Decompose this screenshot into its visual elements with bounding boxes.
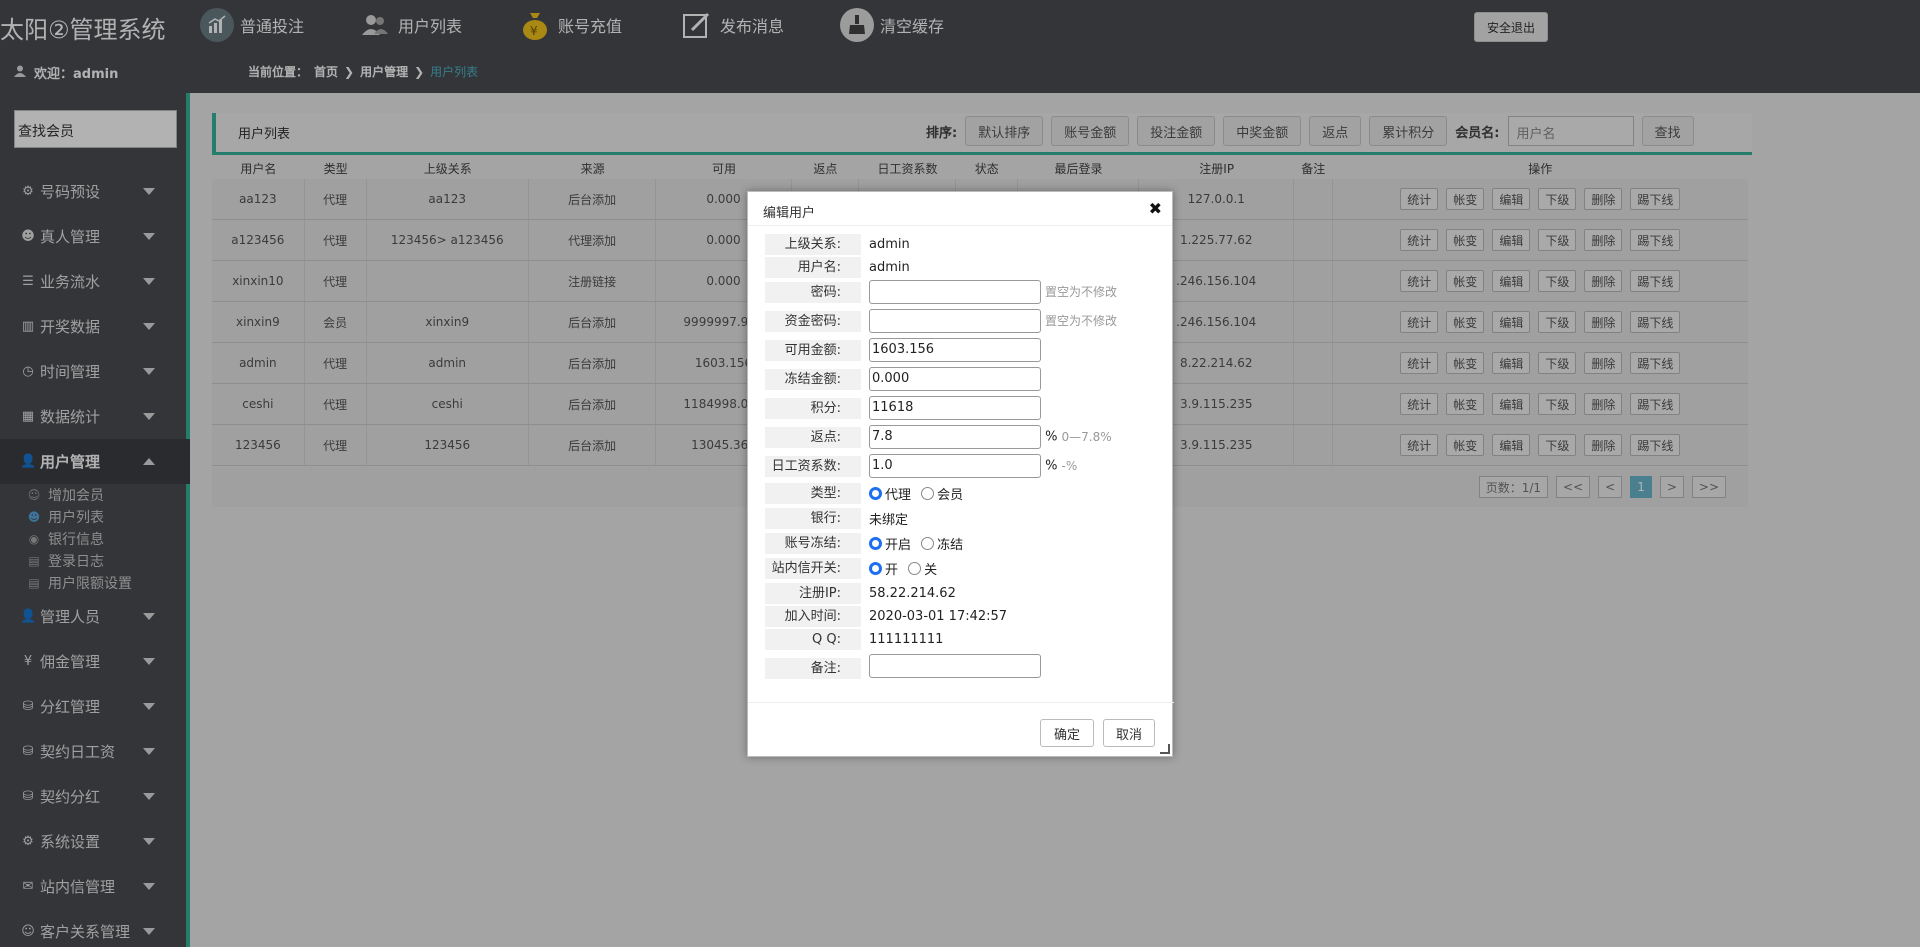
form-row-frozen: 冻结金额: 0.000 [765, 367, 1160, 391]
message-switch-label: 站内信开关: [765, 558, 861, 579]
radio-unchecked-icon [921, 486, 935, 500]
form-row-points: 积分: 11618 [765, 396, 1160, 420]
message-off-radio[interactable]: 关 [908, 559, 937, 578]
radio-label: 开 [885, 562, 899, 578]
type-label: 类型: [765, 483, 861, 504]
available-label: 可用金额: [765, 339, 861, 361]
edit-user-dialog: 编辑用户 ✖ 上级关系: admin 用户名: admin 密码: 置空为不修改 资金… [747, 191, 1174, 757]
form-row-username: 用户名: admin [765, 257, 1160, 278]
reg-ip-value: 58.22.214.62 [869, 586, 956, 601]
password-label: 密码: [765, 281, 861, 303]
wage-unit: % [1045, 458, 1058, 474]
form-row-bank: 银行: 未绑定 [765, 508, 1160, 529]
radio-label: 会员 [937, 487, 964, 503]
radio-checked-icon [869, 561, 882, 575]
radio-checked-icon [869, 486, 882, 500]
cancel-button[interactable]: 取消 [1103, 719, 1155, 747]
radio-unchecked-icon [921, 536, 935, 550]
radio-label: 代理 [885, 487, 912, 503]
close-icon[interactable]: ✖ [1149, 199, 1162, 218]
available-amount-field[interactable]: 1603.156 [869, 338, 1041, 362]
frozen-label: 冻结金额: [765, 368, 861, 390]
join-time-value: 2020-03-01 17:42:57 [869, 609, 1008, 624]
message-on-radio[interactable]: 开 [869, 559, 898, 578]
wage-label: 日工资系数: [765, 455, 861, 477]
form-row-message-switch: 站内信开关: 开 关 [765, 558, 1160, 579]
bank-label: 银行: [765, 508, 861, 529]
fund-password-label: 资金密码: [765, 310, 861, 332]
form-row-rebate: 返点: 7.8 % 0—7.8% [765, 425, 1160, 449]
bank-value: 未绑定 [869, 513, 909, 528]
form-row-available: 可用金额: 1603.156 [765, 338, 1160, 362]
freeze-on-radio[interactable]: 开启 [869, 534, 911, 553]
freeze-label: 账号冻结: [765, 533, 861, 554]
qq-label: Q Q: [765, 629, 861, 650]
form-row-qq: Q Q: 111111111 [765, 629, 1160, 650]
join-time-label: 加入时间: [765, 606, 861, 627]
form-row-fund-password: 资金密码: 置空为不修改 [765, 309, 1160, 333]
radio-checked-icon [869, 536, 882, 550]
fund-password-field[interactable] [869, 309, 1041, 333]
username-label: 用户名: [765, 257, 861, 278]
edit-user-form: 上级关系: admin 用户名: admin 密码: 置空为不修改 资金密码: 置空为不… [765, 234, 1160, 684]
qq-value: 111111111 [869, 632, 944, 647]
dialog-header: 编辑用户 ✖ [748, 192, 1172, 226]
form-row-reg-ip: 注册IP: 58.22.214.62 [765, 583, 1160, 604]
rebate-field[interactable]: 7.8 [869, 425, 1041, 449]
radio-label: 关 [924, 562, 938, 578]
resize-handle-icon[interactable] [1160, 744, 1170, 754]
password-field[interactable] [869, 280, 1041, 304]
rebate-hint: 0—7.8% [1061, 429, 1112, 444]
type-member-radio[interactable]: 会员 [921, 484, 963, 503]
dialog-footer: 确定 取消 [748, 702, 1174, 756]
form-row-wage: 日工资系数: 1.0 % -% [765, 454, 1160, 478]
points-label: 积分: [765, 397, 861, 419]
rebate-unit: % [1045, 429, 1058, 445]
form-row-freeze: 账号冻结: 开启 冻结 [765, 533, 1160, 554]
username-value: admin [869, 260, 910, 275]
form-row-type: 类型: 代理 会员 [765, 483, 1160, 504]
radio-label: 开启 [885, 537, 912, 553]
form-row-join-time: 加入时间: 2020-03-01 17:42:57 [765, 606, 1160, 627]
form-row-parent: 上级关系: admin [765, 234, 1160, 255]
remark-field[interactable] [869, 654, 1041, 678]
dialog-title: 编辑用户 [763, 206, 816, 221]
fund-password-hint: 置空为不修改 [1045, 313, 1118, 328]
frozen-amount-field[interactable]: 0.000 [869, 367, 1041, 391]
radio-label: 冻结 [937, 537, 964, 553]
type-agent-radio[interactable]: 代理 [869, 484, 911, 503]
remark-label: 备注: [765, 657, 861, 679]
points-field[interactable]: 11618 [869, 396, 1041, 420]
confirm-button[interactable]: 确定 [1040, 719, 1094, 747]
form-row-password: 密码: 置空为不修改 [765, 280, 1160, 304]
rebate-label: 返点: [765, 426, 861, 448]
password-hint: 置空为不修改 [1045, 284, 1118, 299]
radio-unchecked-icon [908, 561, 922, 575]
wage-field[interactable]: 1.0 [869, 454, 1041, 478]
wage-hint: -% [1061, 458, 1078, 473]
parent-label: 上级关系: [765, 234, 861, 255]
parent-value: admin [869, 237, 910, 252]
reg-ip-label: 注册IP: [765, 583, 861, 604]
form-row-remark: 备注: [765, 654, 1160, 682]
freeze-off-radio[interactable]: 冻结 [921, 534, 963, 553]
